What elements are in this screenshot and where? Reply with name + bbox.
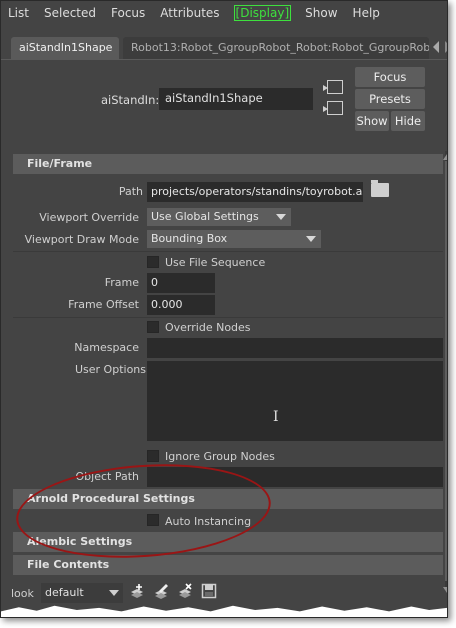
focus-button[interactable]: Focus: [355, 67, 425, 87]
user-options-label: User Options: [74, 363, 146, 376]
node-type-label: aiStandIn:: [101, 93, 160, 107]
viewport-draw-mode-value: Bounding Box: [151, 232, 228, 245]
frame-field[interactable]: 0: [147, 273, 215, 293]
edit-operator-icon[interactable]: [153, 583, 169, 599]
output-connections-icon[interactable]: [323, 101, 343, 115]
look-value: default: [45, 586, 84, 599]
menu-display[interactable]: [Display]: [233, 5, 292, 21]
menu-list[interactable]: List: [7, 5, 30, 21]
delete-operator-icon[interactable]: [177, 583, 193, 599]
ignore-group-nodes-checkbox[interactable]: [147, 450, 159, 462]
tab-scroll-left-icon[interactable]: [433, 41, 439, 53]
path-label: Path: [118, 185, 143, 198]
viewport-override-dropdown[interactable]: Use Global Settings: [147, 208, 291, 226]
torn-edge: [1, 605, 447, 617]
scroll-up-icon[interactable]: [443, 154, 447, 160]
menu-bar: List Selected Focus Attributes [Display]…: [1, 1, 447, 25]
frame-offset-label: Frame Offset: [68, 298, 139, 311]
menu-show[interactable]: Show: [304, 5, 338, 21]
tab-scroll-right-icon[interactable]: [445, 41, 447, 53]
attribute-editor-window: List Selected Focus Attributes [Display]…: [0, 0, 448, 618]
object-path-field[interactable]: [147, 467, 443, 487]
menu-help[interactable]: Help: [352, 5, 381, 21]
tab-robot13[interactable]: Robot13:Robot_GgroupRobot_Robot:Robot_Gg…: [123, 37, 429, 59]
look-dropdown[interactable]: default: [41, 583, 123, 603]
frame-offset-field[interactable]: 0.000: [147, 295, 215, 315]
vertical-scrollbar[interactable]: [445, 151, 447, 591]
look-label: look: [11, 587, 34, 600]
add-operator-icon[interactable]: [129, 583, 145, 599]
viewport-override-label: Viewport Override: [39, 211, 139, 224]
menu-focus[interactable]: Focus: [110, 5, 146, 21]
namespace-label: Namespace: [74, 341, 139, 354]
user-options-textarea[interactable]: [147, 361, 443, 441]
section-file-frame[interactable]: File/Frame: [13, 154, 443, 174]
section-arnold-procedural-settings[interactable]: Arnold Procedural Settings: [13, 489, 443, 509]
tab-divider: [1, 59, 447, 60]
path-field[interactable]: projects/operators/standins/toyrobot.ass: [147, 182, 363, 202]
scroll-down-icon[interactable]: [443, 587, 447, 593]
frame-label: Frame: [104, 276, 139, 289]
input-connections-icon[interactable]: [323, 80, 343, 94]
ignore-group-nodes-label: Ignore Group Nodes: [165, 450, 275, 463]
chevron-down-icon: [306, 236, 316, 242]
use-file-sequence-checkbox[interactable]: [147, 256, 159, 268]
presets-button[interactable]: Presets: [355, 89, 425, 109]
auto-instancing-checkbox[interactable]: [147, 514, 159, 526]
divider: [13, 317, 443, 318]
divider: [13, 251, 443, 252]
menu-attributes[interactable]: Attributes: [159, 5, 220, 21]
use-file-sequence-label: Use File Sequence: [165, 256, 266, 269]
folder-icon[interactable]: [371, 180, 389, 197]
node-name-field[interactable]: aiStandIn1Shape: [159, 88, 313, 110]
chevron-down-icon: [276, 214, 286, 220]
override-nodes-label: Override Nodes: [165, 321, 251, 334]
override-nodes-checkbox[interactable]: [147, 321, 159, 333]
hide-button[interactable]: Hide: [391, 111, 425, 131]
show-button[interactable]: Show: [355, 111, 389, 131]
save-icon[interactable]: [201, 583, 217, 599]
menu-selected[interactable]: Selected: [43, 5, 97, 21]
scrollbar-thumb[interactable]: [445, 161, 447, 581]
tab-aistandin1shape[interactable]: aiStandIn1Shape: [11, 37, 119, 59]
viewport-override-value: Use Global Settings: [151, 210, 259, 223]
section-file-contents[interactable]: File Contents: [13, 555, 443, 575]
section-alembic-settings[interactable]: Alembic Settings: [13, 532, 443, 552]
object-path-label: Object Path: [75, 470, 140, 483]
text-cursor-icon: I: [273, 409, 279, 425]
viewport-draw-mode-label: Viewport Draw Mode: [24, 233, 139, 246]
namespace-field[interactable]: [147, 338, 443, 358]
node-tabs: aiStandIn1Shape Robot13:Robot_GgroupRobo…: [1, 37, 447, 59]
viewport-draw-mode-dropdown[interactable]: Bounding Box: [147, 230, 321, 248]
chevron-down-icon: [109, 590, 119, 596]
auto-instancing-label: Auto Instancing: [165, 515, 252, 528]
